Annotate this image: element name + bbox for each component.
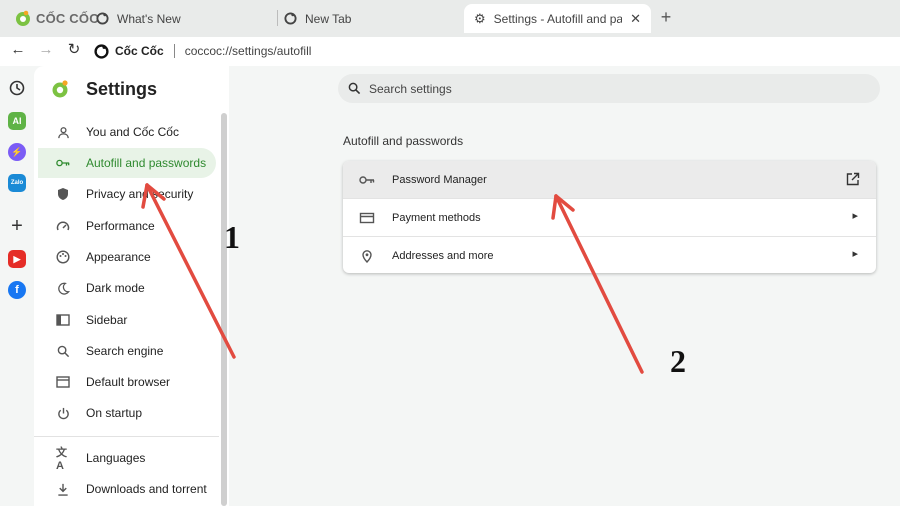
annotation-label-2: 2 [670, 343, 686, 379]
annotation-label-1: 1 [224, 219, 240, 255]
arrow-1 [141, 183, 236, 359]
annotation-arrows [141, 183, 644, 374]
arrow-2 [551, 194, 644, 374]
